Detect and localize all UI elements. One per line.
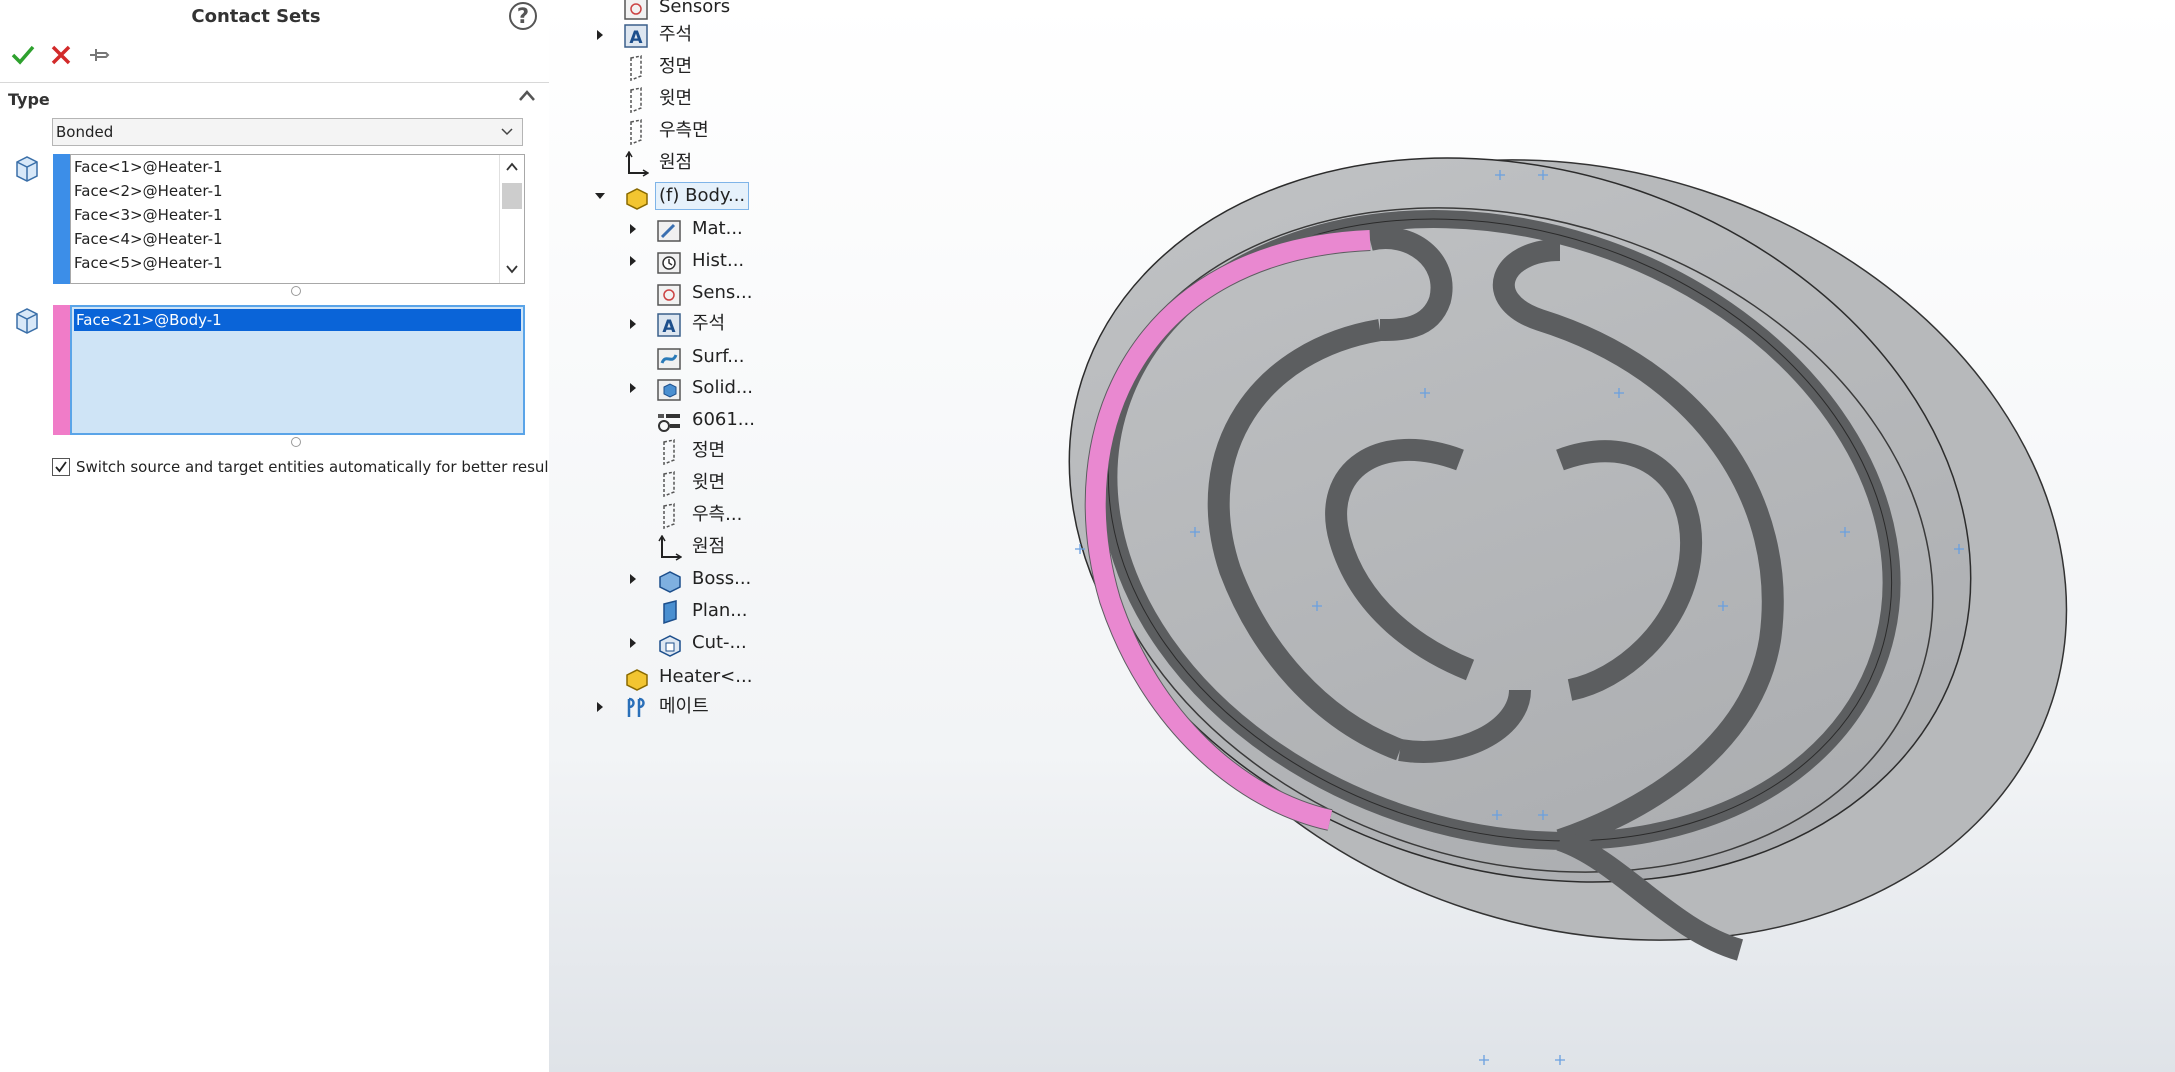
sensors-icon xyxy=(624,0,648,20)
expand-caret-icon[interactable] xyxy=(594,700,606,714)
tree-item-label: 윗면 xyxy=(692,472,726,493)
mates-icon xyxy=(627,697,645,717)
tree-item-label: 원점 xyxy=(692,536,726,557)
material-icon xyxy=(657,220,681,242)
tree-item-label: (f) Body... xyxy=(655,182,750,210)
panel-title: Contact Sets xyxy=(191,6,321,27)
tree-item-label: 우측면 xyxy=(659,120,709,141)
tree-item-label: Boss... xyxy=(692,568,752,589)
scroll-up-icon[interactable] xyxy=(505,161,519,173)
list-item[interactable]: Face<3>@Heater-1 xyxy=(71,203,524,227)
svg-text:A: A xyxy=(662,317,676,337)
section-divider xyxy=(0,82,549,83)
set1-scrollbar[interactable] xyxy=(499,155,524,283)
set2-color-stripe xyxy=(53,305,70,435)
tree-item-label: 6061... xyxy=(692,409,755,430)
pushpin-icon[interactable] xyxy=(86,42,112,68)
tree-item-label: Sens... xyxy=(692,282,753,303)
tree-item-label: 정면 xyxy=(692,440,726,461)
expand-caret-icon[interactable] xyxy=(627,636,639,650)
expand-caret-icon[interactable] xyxy=(627,572,639,586)
part-icon xyxy=(626,188,648,210)
expand-caret-icon[interactable] xyxy=(627,317,639,331)
annotations-icon: A xyxy=(624,24,648,48)
tree-item-label: Heater<... xyxy=(659,666,753,687)
list-resize-handle[interactable] xyxy=(291,286,301,296)
tree-item-label: Solid... xyxy=(692,377,754,398)
graphics-viewport[interactable] xyxy=(549,0,2175,1072)
sketch-plane-icon xyxy=(663,600,677,625)
tree-item-label: 정면 xyxy=(659,56,693,77)
scroll-down-icon[interactable] xyxy=(505,263,519,275)
tree-item-label: Surf... xyxy=(692,346,745,367)
tree-item-label: 메이트 xyxy=(659,696,709,717)
plane-icon xyxy=(663,503,675,529)
tree-item-label: 원점 xyxy=(659,152,693,173)
tree-item-label: Plan... xyxy=(692,600,748,621)
scrollbar-thumb[interactable] xyxy=(502,183,522,209)
sensors-icon xyxy=(657,284,681,306)
ok-check-icon[interactable] xyxy=(10,42,36,68)
list-resize-handle[interactable] xyxy=(291,437,301,447)
plane-icon xyxy=(663,471,675,497)
switch-entities-checkbox[interactable] xyxy=(52,458,70,476)
faces-set2-icon xyxy=(16,308,38,334)
origin-icon xyxy=(625,151,649,177)
chevron-down-icon xyxy=(501,128,513,136)
faces-set1-icon xyxy=(16,156,38,182)
list-item[interactable]: Face<2>@Heater-1 xyxy=(71,179,524,203)
contact-type-select[interactable]: Bonded xyxy=(52,118,523,146)
tree-item-label: 주석 xyxy=(659,24,693,45)
set1-color-stripe xyxy=(53,154,70,284)
tree-item-label: 우측... xyxy=(692,504,743,525)
expand-caret-icon[interactable] xyxy=(627,381,639,395)
collapse-chevron-icon[interactable] xyxy=(517,88,537,104)
history-icon xyxy=(657,252,681,274)
svg-text:A: A xyxy=(629,28,643,48)
set2-face-list[interactable]: Face<21>@Body-1 xyxy=(53,305,525,435)
tree-item-label: Mat... xyxy=(692,218,743,239)
plane-icon xyxy=(663,439,675,465)
property-manager-panel: Contact Sets ? Type Bonded Face<1>@Heate… xyxy=(0,0,559,1072)
list-item-selected[interactable]: Face<21>@Body-1 xyxy=(74,309,521,331)
tree-item-label: Hist... xyxy=(692,250,745,271)
cancel-x-icon[interactable] xyxy=(48,42,74,68)
list-item[interactable]: Face<1>@Heater-1 xyxy=(71,155,524,179)
set1-face-list[interactable]: Face<1>@Heater-1 Face<2>@Heater-1 Face<3>@… xyxy=(53,154,525,284)
switch-entities-label: Switch source and target entities automa… xyxy=(76,458,560,476)
origin-icon xyxy=(658,535,682,561)
tree-item-label: Cut-... xyxy=(692,632,747,653)
list-item[interactable]: Face<5>@Heater-1 xyxy=(71,251,524,275)
solid-bodies-icon xyxy=(657,379,681,401)
surface-bodies-icon xyxy=(657,348,681,370)
annotations-icon: A xyxy=(657,313,681,337)
expand-caret-icon[interactable] xyxy=(594,28,606,42)
part-icon xyxy=(626,669,648,691)
expand-caret-icon[interactable] xyxy=(627,222,639,236)
tree-item-label: Sensors xyxy=(659,0,731,17)
tree-item-label: 주석 xyxy=(692,313,726,334)
plane-icon xyxy=(630,87,642,113)
type-section-label: Type xyxy=(8,90,50,109)
expanded-caret-icon[interactable] xyxy=(594,189,606,203)
cut-extrude-icon xyxy=(659,635,681,657)
expand-caret-icon[interactable] xyxy=(627,254,639,268)
material-assigned-icon xyxy=(658,414,680,432)
checkmark-icon xyxy=(55,461,67,473)
plane-icon xyxy=(630,55,642,81)
help-button[interactable]: ? xyxy=(509,2,537,30)
contact-type-value: Bonded xyxy=(56,123,114,141)
tree-item-label: 윗면 xyxy=(659,88,693,109)
plane-icon xyxy=(630,119,642,145)
list-item[interactable]: Face<4>@Heater-1 xyxy=(71,227,524,251)
boss-extrude-icon xyxy=(659,571,681,593)
